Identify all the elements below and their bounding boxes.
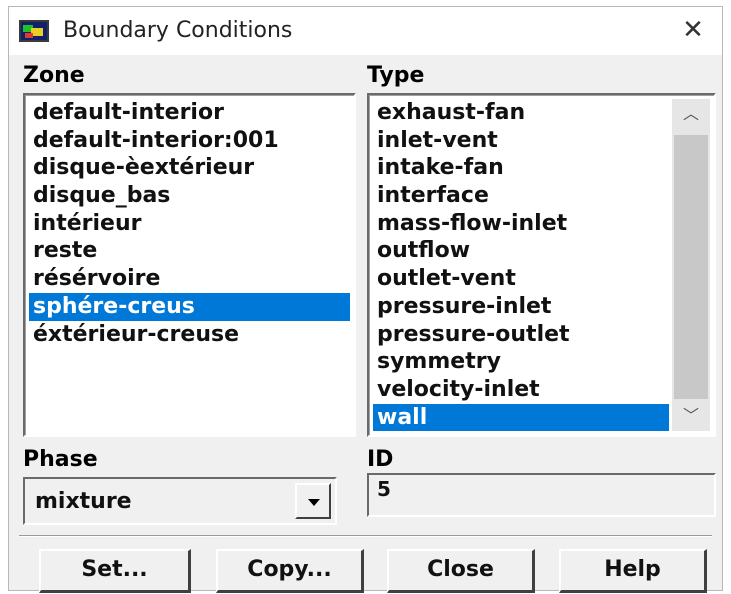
zone-list-item[interactable]: default-interior:001 [29,127,350,155]
type-list-item[interactable]: exhaust-fan [373,99,669,127]
phase-label: Phase [23,447,98,472]
zone-list-item[interactable]: reste [29,237,350,265]
zone-list-item[interactable]: disque-èextérieur [29,154,350,182]
type-list-item[interactable]: interface [373,182,669,210]
type-list-item[interactable]: velocity-inlet [373,376,669,404]
type-list-item[interactable]: pressure-inlet [373,293,669,321]
zone-list-item[interactable]: default-interior [29,99,350,127]
type-scrollbar[interactable]: ︿ ﹀ [672,99,710,431]
set-button[interactable]: Set... [39,549,191,593]
window-title: Boundary Conditions [63,18,293,43]
title-bar: Boundary Conditions ✕ [9,7,722,55]
type-list[interactable]: exhaust-fan inlet-vent intake-fan interface… [367,93,716,437]
type-list-item[interactable]: inlet-vent [373,127,669,155]
chevron-down-icon[interactable]: ﹀ [672,401,710,431]
zone-list-item[interactable]: sphére-creus [29,292,350,321]
id-field: 5 [367,473,716,517]
type-list-item[interactable]: outflow [373,237,669,265]
type-list-item[interactable]: wall [373,403,669,432]
close-button[interactable]: Close [387,549,535,593]
type-list-item[interactable]: intake-fan [373,154,669,182]
zone-list-item[interactable]: intérieur [29,210,350,238]
zone-list-item[interactable]: disque_bas [29,182,350,210]
type-list-item[interactable]: mass-flow-inlet [373,210,669,238]
id-label: ID [367,447,394,472]
chevron-up-icon[interactable]: ︿ [672,99,710,129]
zone-list[interactable]: default-interior default-interior:001 disq… [23,93,356,437]
zone-list-item[interactable]: résérvoire [29,265,350,293]
zone-list-item[interactable]: éxtérieur-creuse [29,321,350,349]
boundary-conditions-dialog: Boundary Conditions ✕ Zone default-inter… [8,6,723,593]
dropdown-button[interactable] [295,483,331,519]
id-value: 5 [377,477,391,501]
scroll-thumb[interactable] [674,135,708,399]
phase-select[interactable]: mixture [23,477,337,525]
type-list-item[interactable]: outlet-vent [373,265,669,293]
close-icon[interactable]: ✕ [678,15,708,45]
separator [19,535,712,537]
type-label: Type [367,63,425,88]
type-list-item[interactable]: pressure-outlet [373,321,669,349]
zone-label: Zone [23,63,85,88]
help-button[interactable]: Help [559,549,707,593]
dropdown-arrow-icon [308,499,320,506]
fluent-app-icon [19,20,49,42]
copy-button[interactable]: Copy... [216,549,364,593]
type-list-item[interactable]: symmetry [373,348,669,376]
phase-value: mixture [35,489,132,514]
